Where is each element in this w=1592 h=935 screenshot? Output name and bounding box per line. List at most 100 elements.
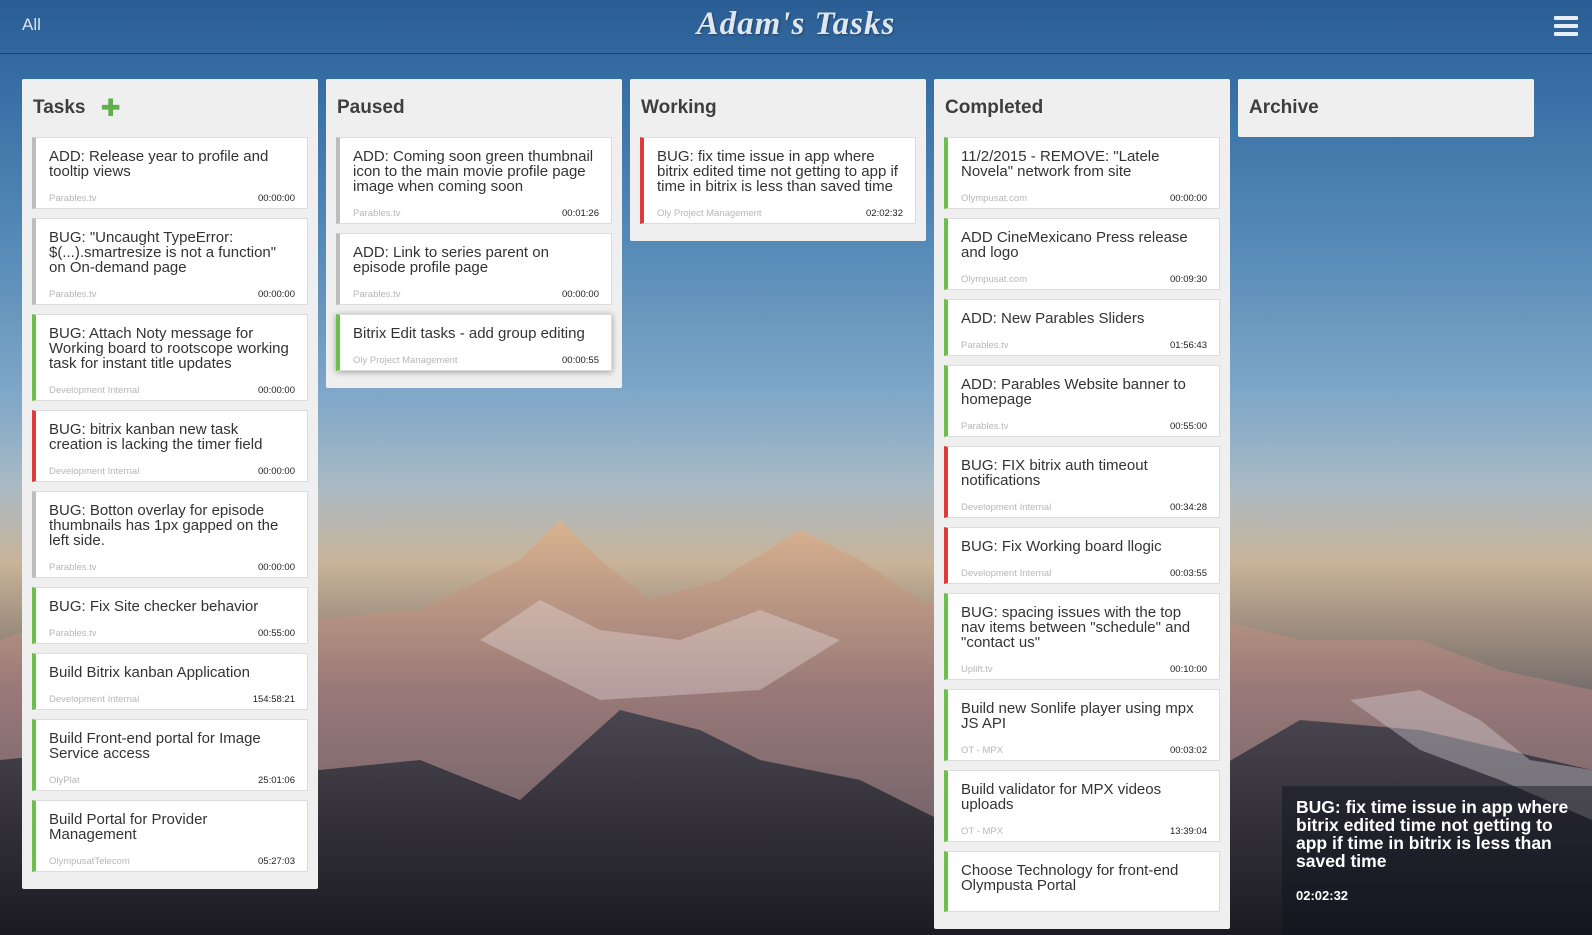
card-title: Build Portal for Provider Management (49, 811, 208, 843)
column-header: Tasks ✚ (32, 79, 308, 137)
task-card[interactable]: BUG: bitrix kanban new task creation is … (32, 410, 308, 482)
card-project: Olympusat.com (961, 274, 1027, 285)
card-meta: Parables.tv 00:00:00 (353, 289, 599, 300)
task-card[interactable]: Build Front-end portal for Image Service… (32, 719, 308, 791)
task-card[interactable]: BUG: spacing issues with the top nav ite… (944, 593, 1220, 680)
card-timer: 00:00:00 (258, 289, 295, 300)
card-timer: 00:00:00 (258, 466, 295, 477)
card-meta: Development Internal 00:00:00 (49, 466, 295, 477)
column-title: Paused (337, 97, 405, 118)
task-card[interactable]: BUG: fix time issue in app where bitrix … (640, 137, 916, 224)
card-timer: 00:09:30 (1170, 274, 1207, 285)
card-list: BUG: fix time issue in app where bitrix … (640, 137, 916, 224)
card-meta: OT - MPX 00:03:02 (961, 745, 1207, 756)
card-title: Bitrix Edit tasks - add group editing (353, 325, 585, 342)
card-title: Choose Technology for front-end Olympust… (961, 862, 1179, 894)
card-title: BUG: Attach Noty message for Working boa… (49, 325, 289, 372)
card-timer: 00:00:00 (1170, 193, 1207, 204)
card-timer: 00:00:00 (562, 289, 599, 300)
task-card[interactable]: BUG: Attach Noty message for Working boa… (32, 314, 308, 401)
task-card[interactable]: BUG: FIX bitrix auth timeout notificatio… (944, 446, 1220, 518)
card-meta: OlympusatTelecom 05:27:03 (49, 856, 295, 867)
card-timer: 00:10:00 (1170, 664, 1207, 675)
card-title: BUG: spacing issues with the top nav ite… (961, 604, 1191, 651)
card-project: Oly Project Management (657, 208, 762, 219)
card-title: BUG: Fix Site checker behavior (49, 598, 259, 615)
card-timer: 05:27:03 (258, 856, 295, 867)
card-project: Olympusat.com (961, 193, 1027, 204)
column-title: Tasks (33, 97, 86, 118)
column-header: Paused (336, 79, 612, 137)
column-paused: Paused ADD: Coming soon green thumbnail … (326, 79, 622, 388)
app-title: Adam's Tasks (696, 6, 896, 42)
card-project: Uplift.tv (961, 664, 993, 675)
card-project: Parables.tv (49, 628, 97, 639)
card-project: OT - MPX (961, 826, 1004, 837)
card-timer: 00:55:00 (258, 628, 295, 639)
card-list: 11/2/2015 - REMOVE: "Latele Novela" netw… (944, 137, 1220, 912)
card-title: BUG: FIX bitrix auth timeout notificatio… (961, 457, 1148, 489)
card-timer: 00:55:00 (1170, 421, 1207, 432)
hamburger-menu-icon[interactable] (1554, 16, 1578, 36)
card-title: Build validator for MPX videos uploads (961, 781, 1162, 813)
card-timer: 00:03:02 (1170, 745, 1207, 756)
column-title: Working (641, 97, 717, 118)
card-timer: 02:02:32 (866, 208, 903, 219)
task-card[interactable]: Build new Sonlife player using mpx JS AP… (944, 689, 1220, 761)
card-project: Parables.tv (353, 208, 401, 219)
task-card[interactable]: Build Bitrix kanban Application Developme… (32, 653, 308, 710)
task-card[interactable]: ADD CineMexicano Press release and logo O… (944, 218, 1220, 290)
card-timer: 00:00:55 (562, 355, 599, 366)
task-card[interactable]: Choose Technology for front-end Olympust… (944, 851, 1220, 912)
card-title: ADD: Link to series parent on episode pr… (353, 244, 549, 276)
card-meta: Parables.tv 00:00:00 (49, 193, 295, 204)
column-working: Working BUG: fix time issue in app where… (630, 79, 926, 241)
card-title: ADD CineMexicano Press release and logo (961, 229, 1188, 261)
task-card[interactable]: ADD: Release year to profile and tooltip… (32, 137, 308, 209)
task-card[interactable]: BUG: Fix Working board llogic Development… (944, 527, 1220, 584)
card-title: Build new Sonlife player using mpx JS AP… (961, 700, 1194, 732)
task-card[interactable]: Build Portal for Provider Management Olym… (32, 800, 308, 872)
card-meta: Olympusat.com 00:09:30 (961, 274, 1207, 285)
task-card[interactable]: ADD: New Parables Sliders Parables.tv 01:5… (944, 299, 1220, 356)
column-header: Working (640, 79, 916, 137)
notification-time: 02:02:32 (1296, 888, 1349, 903)
working-task-notification[interactable]: BUG: fix time issue in app where bitrix … (1282, 786, 1592, 935)
card-timer: 13:39:04 (1170, 826, 1207, 837)
task-card[interactable]: ADD: Link to series parent on episode pr… (336, 233, 612, 305)
card-title: 11/2/2015 - REMOVE: "Latele Novela" netw… (961, 148, 1160, 180)
column-archive: Archive (1238, 79, 1534, 137)
task-card[interactable]: 11/2/2015 - REMOVE: "Latele Novela" netw… (944, 137, 1220, 209)
card-meta: Development Internal 00:03:55 (961, 568, 1207, 579)
column-title: Archive (1249, 97, 1319, 118)
card-project: Parables.tv (961, 421, 1009, 432)
card-project: Development Internal (961, 568, 1052, 579)
card-project: Parables.tv (49, 562, 97, 573)
card-project: OlympusatTelecom (49, 856, 130, 867)
card-title: BUG: "Uncaught TypeError: $(...).smartre… (49, 229, 277, 276)
card-project: Oly Project Management (353, 355, 458, 366)
task-card[interactable]: ADD: Coming soon green thumbnail icon to… (336, 137, 612, 224)
task-card[interactable]: Bitrix Edit tasks - add group editing Oly… (336, 314, 612, 371)
task-card[interactable]: Build validator for MPX videos uploads OT… (944, 770, 1220, 842)
card-meta: Parables.tv 00:55:00 (49, 628, 295, 639)
column-header: Archive (1248, 79, 1524, 137)
card-timer: 25:01:06 (258, 775, 295, 786)
card-meta: OT - MPX 13:39:04 (961, 826, 1207, 837)
plus-icon[interactable]: ✚ (100, 96, 120, 120)
card-project: Parables.tv (353, 289, 401, 300)
card-title: BUG: Botton overlay for episode thumbnai… (49, 502, 279, 549)
task-card[interactable]: BUG: Fix Site checker behavior Parables.t… (32, 587, 308, 644)
task-card[interactable]: BUG: "Uncaught TypeError: $(...).smartre… (32, 218, 308, 305)
card-title: BUG: Fix Working board llogic (961, 538, 1162, 555)
task-card[interactable]: ADD: Parables Website banner to homepage… (944, 365, 1220, 437)
column-completed: Completed 11/2/2015 - REMOVE: "Latele No… (934, 79, 1230, 929)
column-header: Completed (944, 79, 1220, 137)
card-timer: 00:01:26 (562, 208, 599, 219)
task-card[interactable]: BUG: Botton overlay for episode thumbnai… (32, 491, 308, 578)
card-timer: 01:56:43 (1170, 340, 1207, 351)
card-meta: Development Internal 00:34:28 (961, 502, 1207, 513)
notification-text: BUG: fix time issue in app where bitrix … (1296, 797, 1569, 871)
card-project: OT - MPX (961, 745, 1004, 756)
card-title: BUG: fix time issue in app where bitrix … (657, 148, 898, 195)
